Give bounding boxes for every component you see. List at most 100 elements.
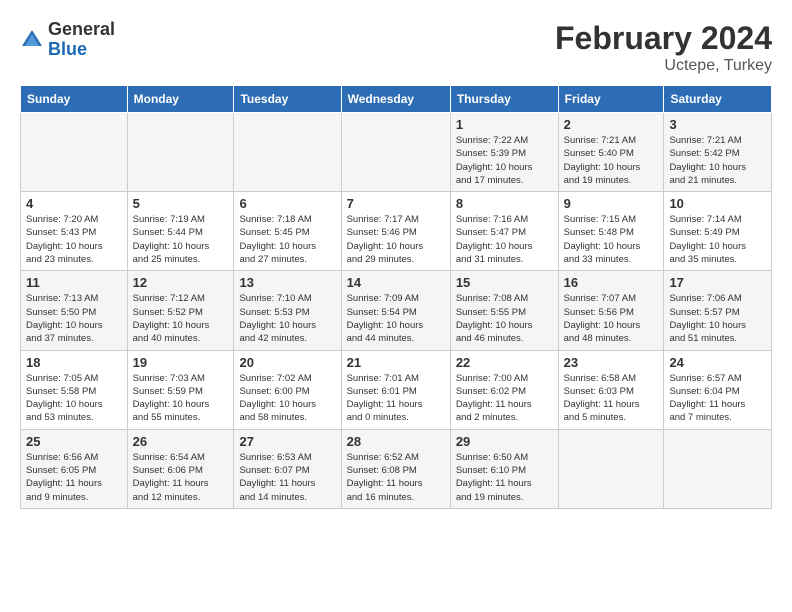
weekday-header: Friday [558,86,664,113]
calendar-cell [558,429,664,508]
day-number: 4 [26,196,122,211]
calendar-cell: 9 Sunrise: 7:15 AM Sunset: 5:48 PM Daylig… [558,192,664,271]
day-number: 28 [347,434,445,449]
weekday-header: Saturday [664,86,772,113]
day-info: Sunrise: 6:52 AM Sunset: 6:08 PM Dayligh… [347,451,445,504]
calendar-cell: 13 Sunrise: 7:10 AM Sunset: 5:53 PM Dayli… [234,271,341,350]
day-number: 13 [239,275,335,290]
calendar-cell: 29 Sunrise: 6:50 AM Sunset: 6:10 PM Dayli… [450,429,558,508]
day-info: Sunrise: 6:53 AM Sunset: 6:07 PM Dayligh… [239,451,335,504]
day-number: 6 [239,196,335,211]
day-number: 24 [669,355,766,370]
day-number: 16 [564,275,659,290]
calendar-cell: 22Sunrise: 7:00 AM Sunset: 6:02 PM Dayli… [450,350,558,429]
day-number: 20 [239,355,335,370]
calendar-cell: 10 Sunrise: 7:14 AM Sunset: 5:49 PM Dayli… [664,192,772,271]
day-info: Sunrise: 7:15 AM Sunset: 5:48 PM Dayligh… [564,213,659,266]
page-header: General Blue February 2024 Uctepe, Turke… [20,20,772,75]
day-info: Sunrise: 7:03 AM Sunset: 5:59 PM Dayligh… [133,372,229,425]
calendar-cell: 15 Sunrise: 7:08 AM Sunset: 5:55 PM Dayli… [450,271,558,350]
day-info: Sunrise: 6:54 AM Sunset: 6:06 PM Dayligh… [133,451,229,504]
day-number: 14 [347,275,445,290]
calendar-cell: 4 Sunrise: 7:20 AM Sunset: 5:43 PM Daylig… [21,192,128,271]
day-number: 23 [564,355,659,370]
calendar-week-row: 1 Sunrise: 7:22 AM Sunset: 5:39 PM Daylig… [21,113,772,192]
calendar-cell: 16 Sunrise: 7:07 AM Sunset: 5:56 PM Dayli… [558,271,664,350]
day-number: 18 [26,355,122,370]
day-number: 19 [133,355,229,370]
day-number: 29 [456,434,553,449]
day-number: 17 [669,275,766,290]
calendar-cell: 14 Sunrise: 7:09 AM Sunset: 5:54 PM Dayli… [341,271,450,350]
logo-general: General [48,20,115,40]
day-info: Sunrise: 7:16 AM Sunset: 5:47 PM Dayligh… [456,213,553,266]
calendar-cell: 1 Sunrise: 7:22 AM Sunset: 5:39 PM Daylig… [450,113,558,192]
calendar-cell [234,113,341,192]
day-info: Sunrise: 7:19 AM Sunset: 5:44 PM Dayligh… [133,213,229,266]
day-info: Sunrise: 7:10 AM Sunset: 5:53 PM Dayligh… [239,292,335,345]
day-info: Sunrise: 6:50 AM Sunset: 6:10 PM Dayligh… [456,451,553,504]
calendar-cell: 26 Sunrise: 6:54 AM Sunset: 6:06 PM Dayli… [127,429,234,508]
calendar-cell: 28 Sunrise: 6:52 AM Sunset: 6:08 PM Dayli… [341,429,450,508]
weekday-header: Sunday [21,86,128,113]
day-number: 3 [669,117,766,132]
day-info: Sunrise: 7:06 AM Sunset: 5:57 PM Dayligh… [669,292,766,345]
day-info: Sunrise: 7:08 AM Sunset: 5:55 PM Dayligh… [456,292,553,345]
day-number: 7 [347,196,445,211]
day-number: 8 [456,196,553,211]
calendar-cell: 11 Sunrise: 7:13 AM Sunset: 5:50 PM Dayli… [21,271,128,350]
calendar-week-row: 11 Sunrise: 7:13 AM Sunset: 5:50 PM Dayli… [21,271,772,350]
calendar-cell: 17 Sunrise: 7:06 AM Sunset: 5:57 PM Dayli… [664,271,772,350]
calendar-cell: 21Sunrise: 7:01 AM Sunset: 6:01 PM Dayli… [341,350,450,429]
day-info: Sunrise: 7:05 AM Sunset: 5:58 PM Dayligh… [26,372,122,425]
day-info: Sunrise: 7:17 AM Sunset: 5:46 PM Dayligh… [347,213,445,266]
calendar-cell [341,113,450,192]
day-number: 22 [456,355,553,370]
day-info: Sunrise: 6:56 AM Sunset: 6:05 PM Dayligh… [26,451,122,504]
calendar-cell: 18 Sunrise: 7:05 AM Sunset: 5:58 PM Dayli… [21,350,128,429]
day-info: Sunrise: 7:21 AM Sunset: 5:42 PM Dayligh… [669,134,766,187]
day-info: Sunrise: 7:07 AM Sunset: 5:56 PM Dayligh… [564,292,659,345]
day-info: Sunrise: 7:22 AM Sunset: 5:39 PM Dayligh… [456,134,553,187]
day-info: Sunrise: 7:12 AM Sunset: 5:52 PM Dayligh… [133,292,229,345]
calendar-cell: 6Sunrise: 7:18 AM Sunset: 5:45 PM Daylig… [234,192,341,271]
location: Uctepe, Turkey [555,57,772,75]
day-info: Sunrise: 7:21 AM Sunset: 5:40 PM Dayligh… [564,134,659,187]
calendar-cell: 2 Sunrise: 7:21 AM Sunset: 5:40 PM Daylig… [558,113,664,192]
day-info: Sunrise: 7:09 AM Sunset: 5:54 PM Dayligh… [347,292,445,345]
logo-text: General Blue [48,20,115,60]
calendar-cell: 8 Sunrise: 7:16 AM Sunset: 5:47 PM Daylig… [450,192,558,271]
title-block: February 2024 Uctepe, Turkey [555,20,772,75]
day-number: 27 [239,434,335,449]
calendar-cell: 12Sunrise: 7:12 AM Sunset: 5:52 PM Dayli… [127,271,234,350]
day-number: 25 [26,434,122,449]
weekday-header: Wednesday [341,86,450,113]
calendar-cell: 23 Sunrise: 6:58 AM Sunset: 6:03 PM Dayli… [558,350,664,429]
weekday-header: Tuesday [234,86,341,113]
day-info: Sunrise: 7:02 AM Sunset: 6:00 PM Dayligh… [239,372,335,425]
calendar-cell: 19 Sunrise: 7:03 AM Sunset: 5:59 PM Dayli… [127,350,234,429]
calendar-cell: 27 Sunrise: 6:53 AM Sunset: 6:07 PM Dayli… [234,429,341,508]
weekday-header: Monday [127,86,234,113]
day-info: Sunrise: 6:58 AM Sunset: 6:03 PM Dayligh… [564,372,659,425]
day-info: Sunrise: 7:14 AM Sunset: 5:49 PM Dayligh… [669,213,766,266]
calendar-cell: 7 Sunrise: 7:17 AM Sunset: 5:46 PM Daylig… [341,192,450,271]
day-number: 5 [133,196,229,211]
day-number: 9 [564,196,659,211]
calendar-cell: 24Sunrise: 6:57 AM Sunset: 6:04 PM Dayli… [664,350,772,429]
day-number: 26 [133,434,229,449]
calendar-week-row: 18 Sunrise: 7:05 AM Sunset: 5:58 PM Dayli… [21,350,772,429]
day-number: 1 [456,117,553,132]
day-info: Sunrise: 7:20 AM Sunset: 5:43 PM Dayligh… [26,213,122,266]
day-number: 2 [564,117,659,132]
month-title: February 2024 [555,20,772,57]
day-number: 10 [669,196,766,211]
day-number: 15 [456,275,553,290]
logo: General Blue [20,20,115,60]
calendar-table: SundayMondayTuesdayWednesdayThursdayFrid… [20,85,772,509]
logo-blue: Blue [48,40,115,60]
day-info: Sunrise: 7:13 AM Sunset: 5:50 PM Dayligh… [26,292,122,345]
day-number: 11 [26,275,122,290]
weekday-header-row: SundayMondayTuesdayWednesdayThursdayFrid… [21,86,772,113]
calendar-week-row: 4 Sunrise: 7:20 AM Sunset: 5:43 PM Daylig… [21,192,772,271]
